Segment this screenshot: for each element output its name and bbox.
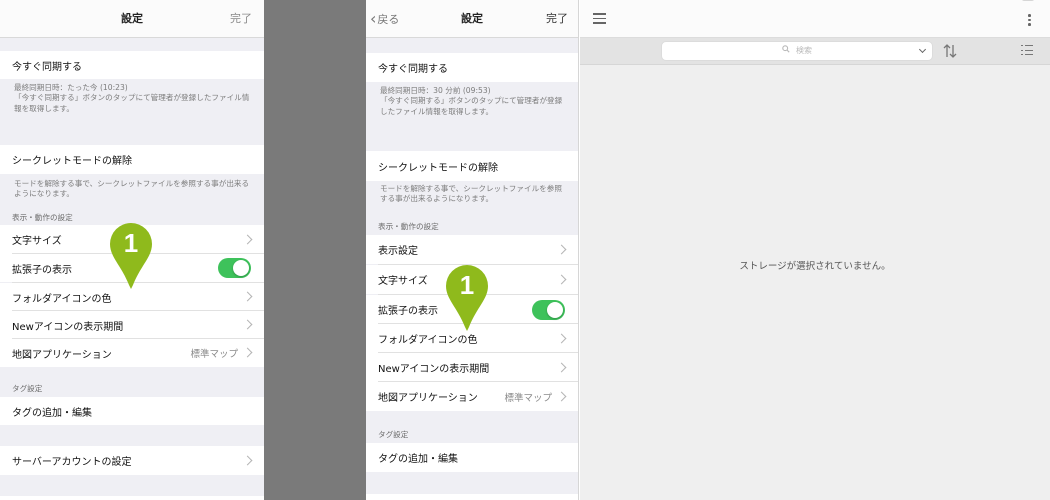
divider-gap bbox=[264, 0, 366, 500]
list-icon-bullet bbox=[1021, 45, 1023, 47]
chevron-right-icon bbox=[556, 244, 567, 254]
folder-icon-color-label: フォルダアイコンの色 bbox=[12, 293, 112, 305]
secret-mode-unlock-button[interactable]: シークレットモードの解除 bbox=[366, 151, 578, 181]
list-icon-line bbox=[1025, 45, 1033, 47]
show-extension-label: 拡張子の表示 bbox=[378, 306, 438, 317]
chevron-right-icon bbox=[242, 291, 253, 302]
marker-number: 1 bbox=[124, 228, 138, 258]
tag-add-edit-item[interactable]: タグの追加・編集 bbox=[0, 397, 264, 425]
map-app-label: 地図アプリケーション bbox=[378, 393, 478, 404]
empty-state-message: ストレージが選択されていません。 bbox=[739, 261, 891, 272]
next-row-partial bbox=[366, 494, 578, 500]
map-app-value: 標準マップ bbox=[190, 349, 238, 360]
tag-section-header: タグ設定 bbox=[12, 384, 43, 393]
show-extension-label: 拡張子の表示 bbox=[12, 264, 72, 276]
sync-now-label: 今すぐ同期する bbox=[378, 64, 448, 75]
next-row-partial bbox=[0, 496, 264, 500]
done-button[interactable]: 完了 bbox=[546, 0, 568, 38]
sort-icon[interactable] bbox=[942, 42, 958, 60]
tag-add-edit-item[interactable]: タグの追加・編集 bbox=[366, 443, 578, 472]
chevron-right-icon bbox=[242, 455, 253, 465]
show-extension-toggle[interactable] bbox=[218, 258, 251, 278]
chevron-right-icon bbox=[242, 319, 253, 330]
display-settings-item[interactable]: 表示設定 bbox=[366, 235, 578, 264]
search-field[interactable]: 検索 bbox=[661, 41, 933, 61]
menu-icon[interactable] bbox=[593, 13, 606, 24]
secret-note: モードを解除する事で、シークレットファイルを参照する事が出来るようになります。 bbox=[14, 179, 250, 199]
more-icon-dot bbox=[1028, 18, 1031, 22]
font-size-label: 文字サイズ bbox=[12, 236, 62, 247]
chevron-right-icon bbox=[556, 274, 567, 284]
navigation-bar: 設定 完了 bbox=[0, 0, 264, 38]
display-section-header: 表示・動作の設定 bbox=[12, 213, 73, 222]
marker-pin-icon: 1 bbox=[110, 223, 152, 289]
new-icon-period-label: Newアイコンの表示期間 bbox=[378, 364, 490, 375]
chevron-down-icon[interactable] bbox=[918, 45, 927, 54]
chevron-right-icon bbox=[556, 391, 567, 401]
search-placeholder: 検索 bbox=[796, 46, 812, 55]
map-app-item[interactable]: 地図アプリケーション 標準マップ bbox=[0, 339, 264, 367]
chevron-right-icon bbox=[242, 234, 253, 244]
new-icon-period-item[interactable]: Newアイコンの表示期間 bbox=[366, 353, 578, 382]
chevron-right-icon bbox=[556, 362, 567, 372]
secret-mode-unlock-label: シークレットモードの解除 bbox=[378, 162, 498, 174]
list-icon-line bbox=[1025, 49, 1033, 51]
chevron-right-icon bbox=[242, 347, 253, 358]
top-bar bbox=[580, 0, 1050, 38]
sync-now-label: 今すぐ同期する bbox=[12, 61, 82, 73]
folder-icon-color-label: フォルダアイコンの色 bbox=[378, 335, 478, 346]
sync-now-button[interactable]: 今すぐ同期する bbox=[366, 53, 578, 82]
list-icon-bullet bbox=[1021, 49, 1023, 51]
server-account-item[interactable]: サーバーアカウントの設定 bbox=[0, 446, 264, 475]
tag-section-header: タグ設定 bbox=[378, 430, 409, 439]
list-icon-line bbox=[1025, 54, 1033, 56]
chevron-right-icon bbox=[556, 333, 567, 343]
settings-panel-left: 設定 完了 今すぐ同期する 最終同期日時：たった今 (10:23) 「今すぐ同期… bbox=[0, 0, 264, 500]
toggle-knob bbox=[233, 260, 249, 276]
display-settings-label: 表示設定 bbox=[378, 246, 418, 257]
new-icon-period-label: Newアイコンの表示期間 bbox=[12, 321, 124, 333]
sync-note: 最終同期日時：たった今 (10:23) 「今すぐ同期する」ボタンのタップにて管理… bbox=[14, 83, 250, 113]
list-icon-bullet bbox=[1021, 54, 1023, 56]
navigation-bar: ‹戻る 設定 完了 bbox=[366, 0, 578, 38]
map-app-label: 地図アプリケーション bbox=[12, 349, 112, 361]
map-app-value: 標準マップ bbox=[504, 392, 552, 404]
menu-icon-line bbox=[593, 22, 606, 24]
done-button[interactable]: 完了 bbox=[230, 0, 252, 38]
server-account-label: サーバーアカウントの設定 bbox=[12, 457, 132, 468]
new-icon-period-item[interactable]: Newアイコンの表示期間 bbox=[0, 311, 264, 339]
secret-note: モードを解除する事で、シークレットファイルを参照する事が出来るようになります。 bbox=[380, 184, 562, 204]
search-icon bbox=[782, 45, 790, 53]
toggle-knob bbox=[547, 301, 563, 318]
sync-now-button[interactable]: 今すぐ同期する bbox=[0, 51, 264, 79]
tag-add-edit-label: タグの追加・編集 bbox=[378, 454, 458, 465]
display-section-header: 表示・動作の設定 bbox=[378, 222, 439, 231]
file-browser-panel: 検索 ストレージが選択されていません。 bbox=[580, 0, 1050, 500]
tag-add-edit-label: タグの追加・編集 bbox=[12, 407, 92, 419]
show-extension-toggle[interactable] bbox=[532, 299, 565, 320]
marker-number: 1 bbox=[460, 270, 474, 300]
marker-pin-icon: 1 bbox=[446, 265, 488, 331]
search-toolbar: 検索 bbox=[580, 38, 1050, 65]
secret-mode-unlock-label: シークレットモードの解除 bbox=[12, 156, 132, 167]
more-icon-dot bbox=[1028, 23, 1031, 26]
sync-note: 最終同期日時：30 分前 (09:53) 「今すぐ同期する」ボタンのタップにて管… bbox=[380, 86, 563, 116]
menu-icon-line bbox=[593, 13, 606, 15]
nav-title: 設定 bbox=[121, 12, 143, 25]
settings-panel-right: ‹戻る 設定 完了 今すぐ同期する 最終同期日時：30 分前 (09:53) 「… bbox=[366, 0, 579, 500]
more-icon-dot bbox=[1028, 14, 1031, 17]
menu-icon-line bbox=[593, 17, 606, 20]
more-icon[interactable] bbox=[1028, 14, 1031, 26]
secret-mode-unlock-button[interactable]: シークレットモードの解除 bbox=[0, 145, 264, 174]
status-indicator bbox=[1022, 0, 1034, 1]
font-size-label: 文字サイズ bbox=[378, 276, 428, 287]
list-view-icon[interactable] bbox=[1021, 44, 1033, 56]
map-app-item[interactable]: 地図アプリケーション 標準マップ bbox=[366, 382, 578, 411]
